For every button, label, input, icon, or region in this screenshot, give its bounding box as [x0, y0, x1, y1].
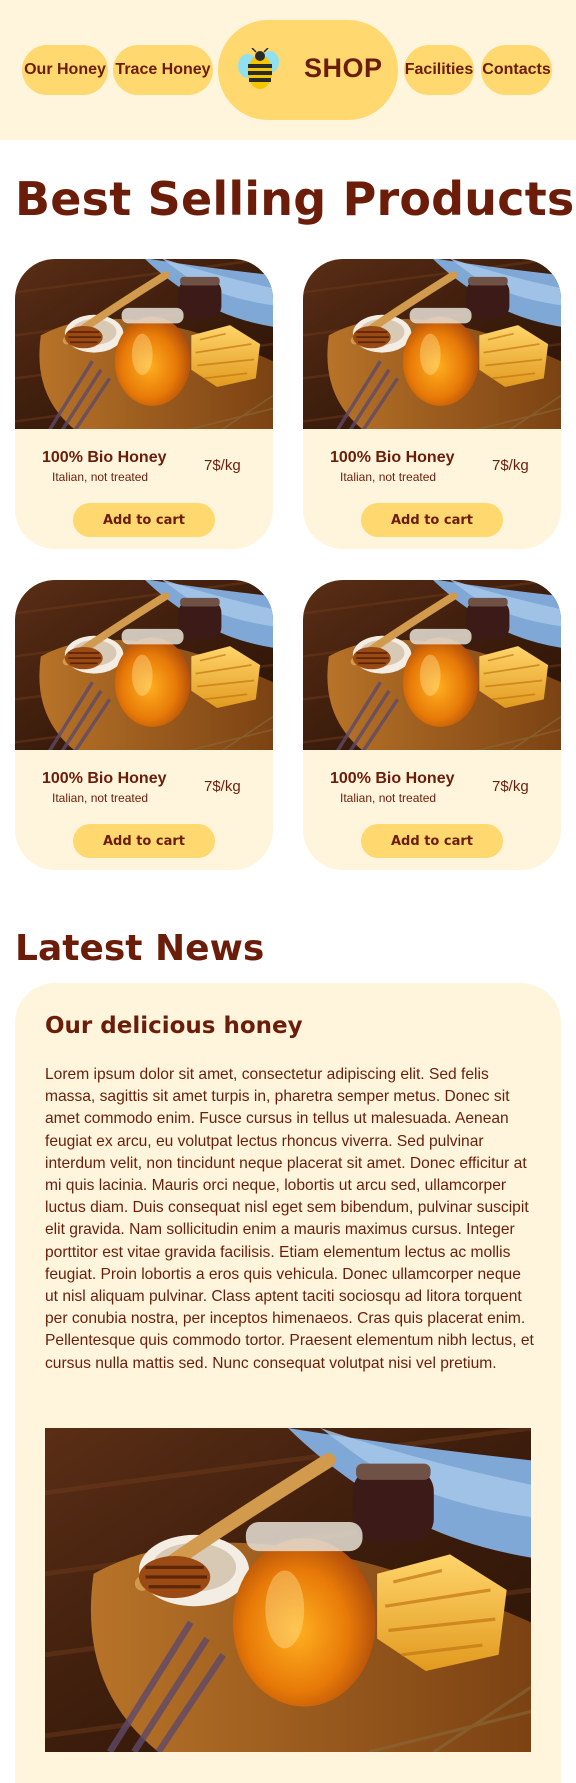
nav-facilities[interactable]: Facilities — [404, 45, 474, 95]
add-to-cart-button[interactable]: Add to cart — [361, 824, 503, 858]
product-subtitle: Italian, not treated — [340, 791, 437, 805]
product-card: 100% Bio Honey Italian, not treated 7$/k… — [15, 259, 273, 549]
product-subtitle: Italian, not treated — [52, 791, 149, 805]
product-name: 100% Bio Honey — [330, 770, 455, 787]
nav-trace-honey[interactable]: Trace Honey — [113, 45, 213, 95]
product-name: 100% Bio Honey — [330, 449, 455, 466]
product-price: 7$/kg — [492, 778, 529, 795]
product-name: 100% Bio Honey — [42, 770, 167, 787]
bee-icon — [238, 48, 279, 89]
product-card: 100% Bio Honey Italian, not treated 7$/k… — [303, 259, 561, 549]
site-header: Our Honey Trace Honey SHOP Facilities Co… — [0, 0, 576, 140]
nav-our-honey[interactable]: Our Honey — [22, 45, 108, 95]
product-subtitle: Italian, not treated — [52, 470, 149, 484]
article-body: Lorem ipsum dolor sit amet, consectetur … — [45, 1066, 534, 1372]
product-price: 7$/kg — [204, 778, 241, 795]
add-to-cart-button[interactable]: Add to cart — [361, 503, 503, 537]
product-subtitle: Italian, not treated — [340, 470, 437, 484]
product-image — [15, 259, 273, 429]
product-card: 100% Bio Honey Italian, not treated 7$/k… — [15, 580, 273, 870]
news-article: Our delicious honey Lorem ipsum dolor si… — [15, 983, 561, 1783]
product-price: 7$/kg — [492, 457, 529, 474]
shop-logo-button[interactable]: SHOP — [218, 20, 398, 120]
product-image — [303, 259, 561, 429]
product-image — [303, 580, 561, 750]
product-name: 100% Bio Honey — [42, 449, 167, 466]
article-image — [45, 1428, 531, 1752]
shop-label: SHOP — [304, 53, 383, 83]
add-to-cart-button[interactable]: Add to cart — [73, 503, 215, 537]
add-to-cart-button[interactable]: Add to cart — [73, 824, 215, 858]
best-selling-title: Best Selling Products — [15, 172, 575, 226]
article-title: Our delicious honey — [45, 1013, 303, 1039]
nav-contacts[interactable]: Contacts — [481, 45, 552, 95]
latest-news-title: Latest News — [15, 928, 265, 969]
product-image — [15, 580, 273, 750]
product-card: 100% Bio Honey Italian, not treated 7$/k… — [303, 580, 561, 870]
product-price: 7$/kg — [204, 457, 241, 474]
